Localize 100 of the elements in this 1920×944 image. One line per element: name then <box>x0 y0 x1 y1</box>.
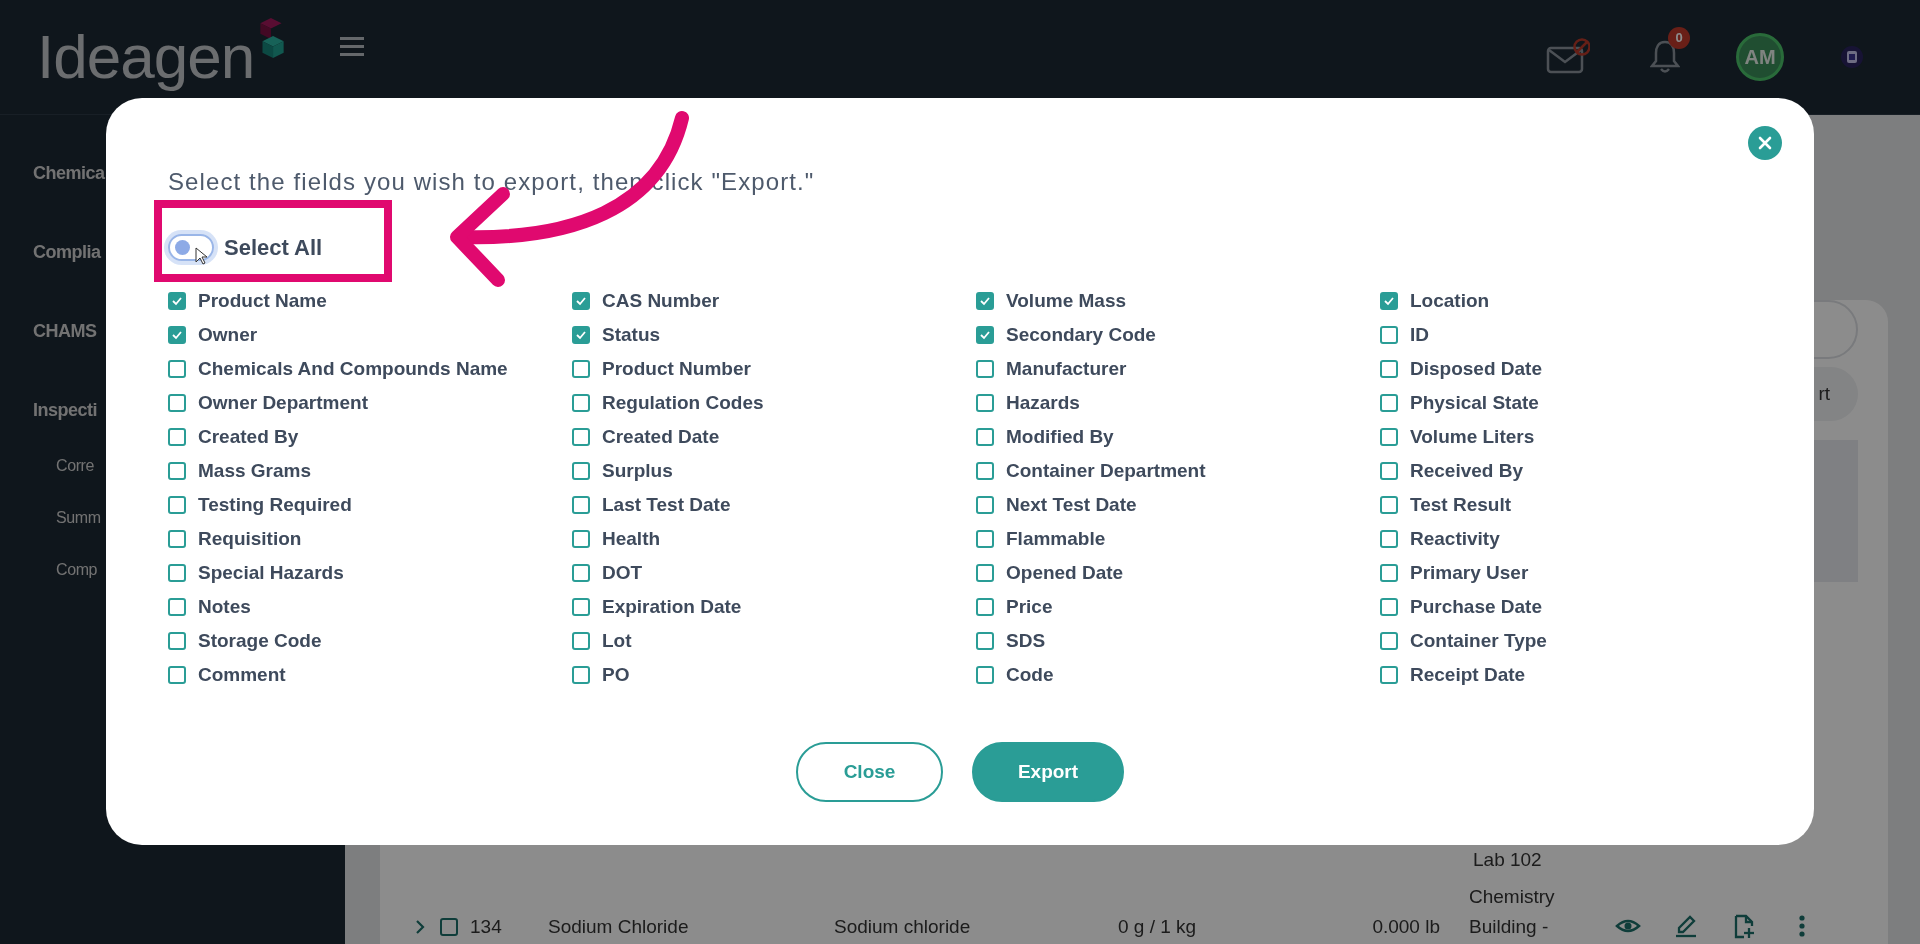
user-avatar[interactable]: AM <box>1736 33 1784 81</box>
field-checkbox[interactable] <box>168 292 186 310</box>
field-checkbox[interactable] <box>572 428 590 446</box>
field-label: Comment <box>198 662 286 687</box>
field-checkbox[interactable] <box>1380 292 1398 310</box>
check-icon <box>171 329 183 341</box>
field-checkbox[interactable] <box>976 564 994 582</box>
close-button[interactable] <box>1748 126 1782 160</box>
field-checkbox[interactable] <box>572 598 590 616</box>
field-checkbox[interactable] <box>572 666 590 684</box>
field-label: Purchase Date <box>1410 594 1542 619</box>
check-icon <box>575 295 587 307</box>
field-label: Code <box>1006 662 1054 687</box>
field-checkbox[interactable] <box>976 530 994 548</box>
field-label: Notes <box>198 594 251 619</box>
table-cell-text: Lab 102 <box>1473 847 1542 872</box>
field-label: Container Department <box>1006 458 1206 483</box>
field-checkbox[interactable] <box>1380 496 1398 514</box>
field-checkbox[interactable] <box>976 632 994 650</box>
field-checkbox[interactable] <box>168 394 186 412</box>
field-checkbox[interactable] <box>168 530 186 548</box>
row-checkbox[interactable] <box>440 918 458 936</box>
export-button[interactable]: Export <box>972 742 1124 802</box>
field-checkbox[interactable] <box>976 496 994 514</box>
field-label: Secondary Code <box>1006 322 1156 347</box>
close-button[interactable]: Close <box>796 742 943 802</box>
field-checkbox[interactable] <box>168 326 186 344</box>
select-all-toggle[interactable] <box>168 234 214 261</box>
field-label: Mass Grams <box>198 458 311 483</box>
field-checkbox[interactable] <box>976 326 994 344</box>
field-checkbox[interactable] <box>976 292 994 310</box>
field-checkbox[interactable] <box>1380 326 1398 344</box>
field-label: Flammable <box>1006 526 1106 551</box>
field-checkbox[interactable] <box>168 360 186 378</box>
emblem-icon[interactable] <box>1840 45 1864 69</box>
field-label: PO <box>602 662 630 687</box>
field-label: Surplus <box>602 458 673 483</box>
field-label: Received By <box>1410 458 1523 483</box>
field-checkbox[interactable] <box>976 598 994 616</box>
field-label: Lot <box>602 628 632 653</box>
field-label: Reactivity <box>1410 526 1500 551</box>
field-checkbox[interactable] <box>1380 428 1398 446</box>
pencil-icon[interactable] <box>1673 914 1699 940</box>
table-cell-text: Sodium chloride <box>834 914 972 939</box>
table-cell-text: 0 g / 1 kg <box>1118 914 1198 939</box>
field-label: Storage Code <box>198 628 322 653</box>
check-icon <box>1383 295 1395 307</box>
field-checkbox[interactable] <box>1380 598 1398 616</box>
field-label: Expiration Date <box>602 594 742 619</box>
field-checkbox[interactable] <box>572 360 590 378</box>
select-all-label: Select All <box>224 234 323 262</box>
field-label: Health <box>602 526 661 551</box>
field-label: Receipt Date <box>1410 662 1526 687</box>
field-checkbox[interactable] <box>976 462 994 480</box>
field-checkbox[interactable] <box>168 598 186 616</box>
field-checkbox[interactable] <box>572 632 590 650</box>
field-checkbox[interactable] <box>976 666 994 684</box>
field-checkbox[interactable] <box>572 394 590 412</box>
field-checkbox[interactable] <box>1380 530 1398 548</box>
field-label: CAS Number <box>602 288 720 313</box>
field-label: Product Number <box>602 356 751 381</box>
field-label: Volume Mass <box>1006 288 1127 313</box>
field-label: Opened Date <box>1006 560 1124 585</box>
field-label: Physical State <box>1410 390 1539 415</box>
field-checkbox[interactable] <box>572 496 590 514</box>
table-cell-text: 0.000 lb <box>1371 914 1440 939</box>
field-checkbox[interactable] <box>572 292 590 310</box>
close-icon[interactable] <box>1758 136 1772 150</box>
field-checkbox[interactable] <box>168 496 186 514</box>
field-label: Primary User <box>1410 560 1529 585</box>
field-checkbox[interactable] <box>572 462 590 480</box>
field-label: Requisition <box>198 526 302 551</box>
mail-blocked-icon[interactable] <box>1546 38 1590 76</box>
field-checkbox[interactable] <box>168 666 186 684</box>
field-checkbox[interactable] <box>572 530 590 548</box>
field-checkbox[interactable] <box>572 326 590 344</box>
field-checkbox[interactable] <box>1380 360 1398 378</box>
field-label: Last Test Date <box>602 492 731 517</box>
check-icon <box>979 295 991 307</box>
field-checkbox[interactable] <box>168 564 186 582</box>
menu-icon[interactable] <box>340 36 365 56</box>
field-checkbox[interactable] <box>976 360 994 378</box>
field-label: Container Type <box>1410 628 1547 653</box>
field-checkbox[interactable] <box>976 394 994 412</box>
field-checkbox[interactable] <box>1380 666 1398 684</box>
field-checkbox[interactable] <box>976 428 994 446</box>
field-label: ID <box>1410 322 1429 347</box>
field-label: Hazards <box>1006 390 1080 415</box>
field-checkbox[interactable] <box>572 564 590 582</box>
field-label: Product Name <box>198 288 327 313</box>
field-checkbox[interactable] <box>1380 462 1398 480</box>
field-checkbox[interactable] <box>1380 632 1398 650</box>
field-checkbox[interactable] <box>1380 394 1398 412</box>
field-label: Regulation Codes <box>602 390 764 415</box>
field-checkbox[interactable] <box>1380 564 1398 582</box>
field-checkbox[interactable] <box>168 428 186 446</box>
field-checkbox[interactable] <box>168 462 186 480</box>
field-checkbox[interactable] <box>168 632 186 650</box>
field-label: Special Hazards <box>198 560 344 585</box>
field-label: Volume Liters <box>1410 424 1535 449</box>
